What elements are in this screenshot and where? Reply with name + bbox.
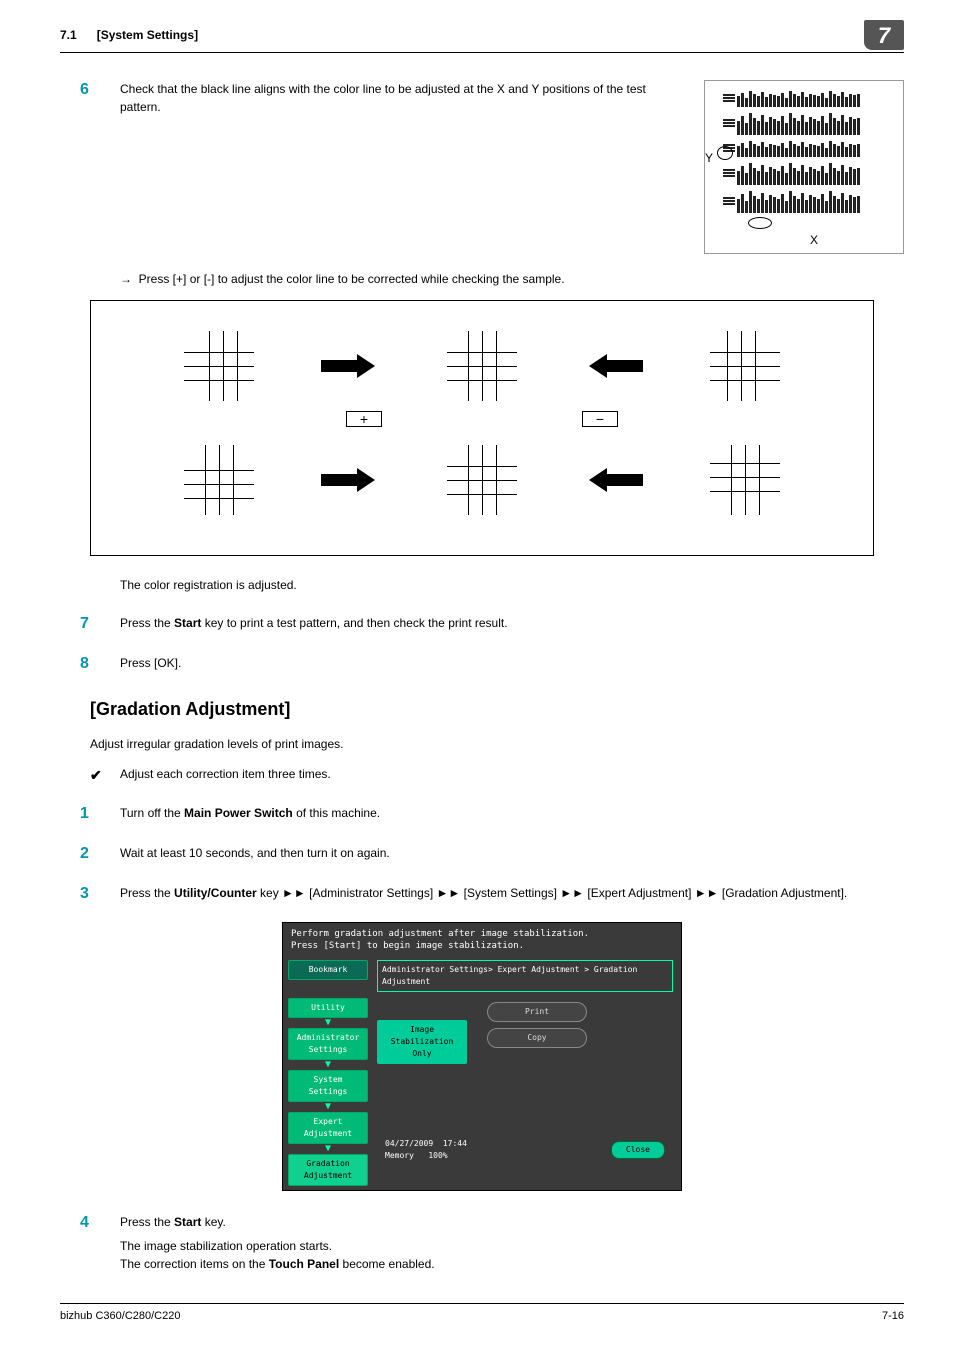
step-text: Press the Start key to print a test patt…	[120, 612, 904, 636]
page-footer: bizhub C360/C280/C220 7-16	[60, 1303, 904, 1325]
touch-panel-screenshot: Perform gradation adjustment after image…	[282, 922, 682, 1191]
step-number: 2	[60, 842, 120, 866]
step-number: 4	[60, 1211, 120, 1273]
check-text: Adjust each correction item three times.	[120, 765, 331, 786]
step-number: 1	[60, 802, 120, 826]
step-text: Press [OK].	[120, 652, 904, 676]
grad-step-2: 2 Wait at least 10 seconds, and then tur…	[60, 842, 904, 866]
chevron-down-icon: ▼	[325, 1104, 331, 1110]
panel-message-2: Press [Start] to begin image stabilizati…	[291, 941, 673, 953]
arrow-right-icon	[321, 354, 381, 378]
crumb-gradation[interactable]: Gradation Adjustment	[288, 1154, 368, 1186]
step-number: 7	[60, 612, 120, 636]
chevron-down-icon: ▼	[325, 1146, 331, 1152]
image-stabilization-button[interactable]: Image Stabilization Only	[377, 1020, 467, 1064]
close-button[interactable]: Close	[611, 1141, 665, 1159]
chevron-down-icon: ▼	[325, 1020, 331, 1026]
section-number: 7.1	[60, 28, 77, 42]
step-number: 3	[60, 882, 120, 906]
x-axis-label: X	[733, 231, 895, 249]
arrow-left-icon	[583, 354, 643, 378]
chapter-badge: 7	[864, 20, 904, 50]
gradation-heading: [Gradation Adjustment]	[90, 696, 904, 723]
grid-aligned	[447, 445, 517, 515]
chevron-down-icon: ▼	[325, 1062, 331, 1068]
crumb-system[interactable]: System Settings	[288, 1070, 368, 1102]
step-text: Press the Start key. The image stabiliza…	[120, 1211, 904, 1273]
check-item: ✔ Adjust each correction item three time…	[90, 765, 904, 786]
bookmark-tab[interactable]: Bookmark	[288, 960, 368, 980]
step-6: 6 Check that the black line aligns with …	[60, 78, 904, 254]
adjustment-diagram: + −	[90, 300, 874, 556]
y-circle-marker	[717, 146, 733, 160]
step-8: 8 Press [OK].	[60, 652, 904, 676]
grad-step-3: 3 Press the Utility/Counter key ►► [Admi…	[60, 882, 904, 906]
model-name: bizhub C360/C280/C220	[60, 1308, 180, 1325]
copy-button[interactable]: Copy	[487, 1028, 587, 1048]
crumb-expert[interactable]: Expert Adjustment	[288, 1112, 368, 1144]
grid-offset-right	[184, 331, 254, 401]
step-text: Wait at least 10 seconds, and then turn …	[120, 842, 904, 866]
result-text: The color registration is adjusted.	[120, 576, 904, 594]
step-text: Turn off the Main Power Switch of this m…	[120, 802, 904, 826]
breadcrumb-path: Administrator Settings> Expert Adjustmen…	[377, 960, 673, 992]
x-circle-marker	[748, 217, 772, 229]
plus-button: +	[346, 411, 382, 427]
panel-message-1: Perform gradation adjustment after image…	[291, 929, 673, 941]
grid-offset-up	[710, 445, 780, 515]
crumb-utility[interactable]: Utility	[288, 998, 368, 1018]
sub-step-arrow: → Press [+] or [-] to adjust the color l…	[120, 270, 904, 288]
checkmark-icon: ✔	[90, 765, 120, 786]
section-title: [System Settings]	[97, 28, 198, 42]
step-number: 6	[60, 78, 120, 254]
crumb-admin[interactable]: Administrator Settings	[288, 1028, 368, 1060]
arrow-left-icon	[583, 468, 643, 492]
status-datetime: 04/27/2009 17:44 Memory 100%	[385, 1138, 467, 1162]
sub-step-text: Press [+] or [-] to adjust the color lin…	[139, 272, 565, 286]
page-number: 7-16	[882, 1308, 904, 1325]
step-7: 7 Press the Start key to print a test pa…	[60, 612, 904, 636]
grad-step-1: 1 Turn off the Main Power Switch of this…	[60, 802, 904, 826]
grid-aligned	[447, 331, 517, 401]
step-text: Check that the black line aligns with th…	[120, 80, 684, 254]
test-pattern-diagram: Y X	[704, 80, 904, 254]
arrow-right-icon	[321, 468, 381, 492]
print-button[interactable]: Print	[487, 1002, 587, 1022]
grad-step-4: 4 Press the Start key. The image stabili…	[60, 1211, 904, 1273]
grid-offset-down	[184, 445, 254, 515]
arrow-icon: →	[120, 272, 132, 286]
minus-button: −	[582, 411, 618, 427]
breadcrumb-sidebar: Bookmark Utility ▼ Administrator Setting…	[283, 956, 373, 1190]
step-text: Press the Utility/Counter key ►► [Admini…	[120, 882, 904, 906]
step-number: 8	[60, 652, 120, 676]
grid-offset-left	[710, 331, 780, 401]
page-header: 7.1 [System Settings] 7	[60, 20, 904, 53]
gradation-intro: Adjust irregular gradation levels of pri…	[90, 735, 904, 753]
y-axis-label: Y	[705, 149, 713, 167]
